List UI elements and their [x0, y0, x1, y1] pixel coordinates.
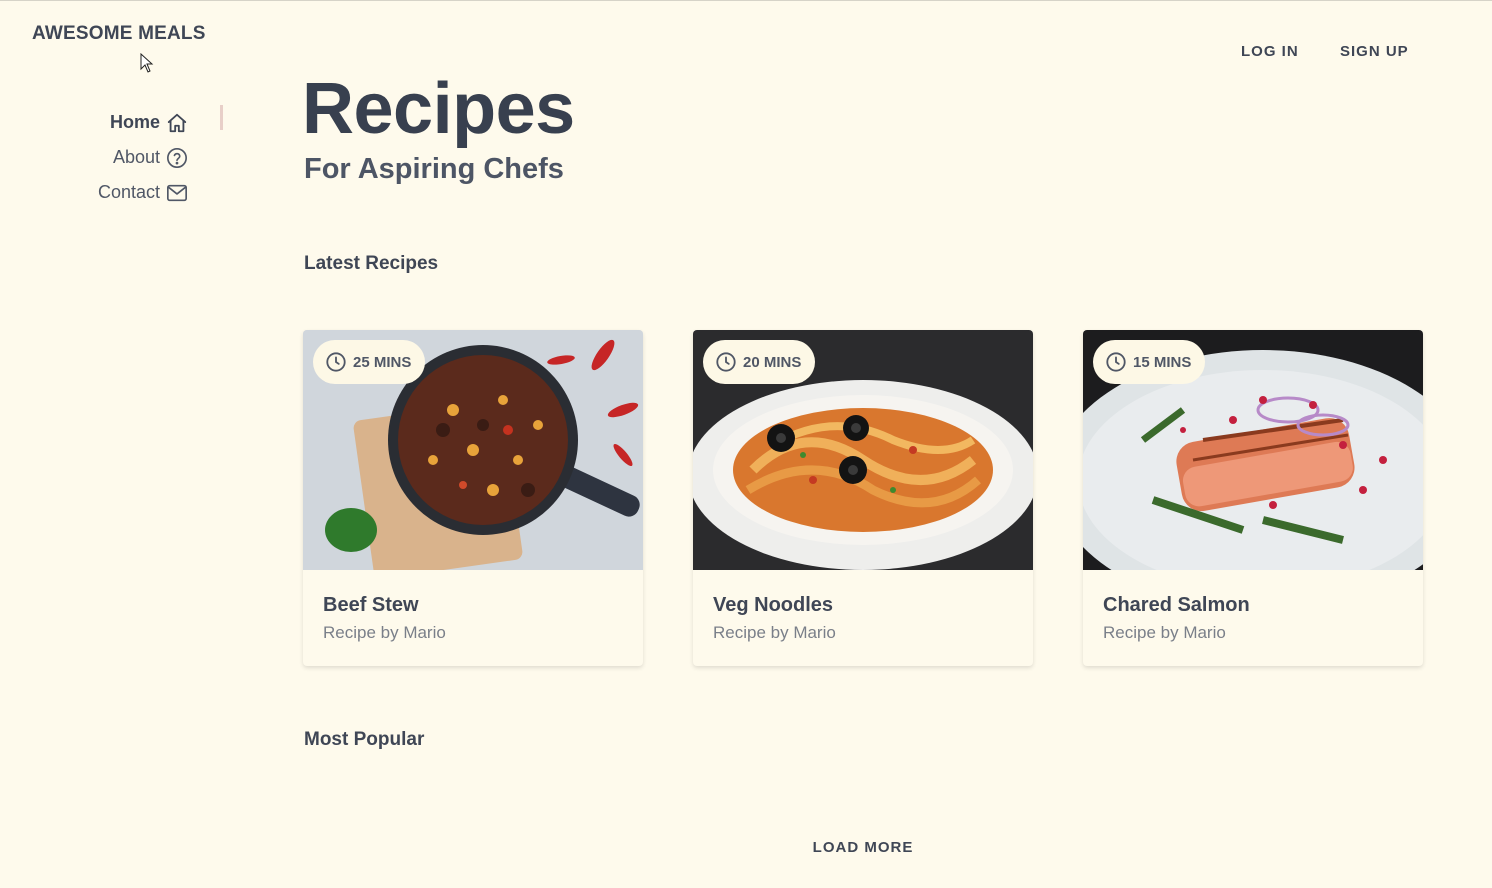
nav-item-about[interactable]: About — [0, 140, 224, 175]
clock-icon — [716, 352, 736, 372]
card-body: Beef Stew Recipe by Mario — [303, 570, 643, 666]
nav-item-label: Home — [109, 112, 160, 132]
recipe-author: Recipe by Mario — [713, 623, 836, 642]
cook-time-badge: 25 MINS — [313, 340, 426, 384]
card-body: Veg Noodles Recipe by Mario — [693, 570, 1033, 666]
cook-time-badge: 20 MINS — [703, 340, 816, 384]
recipe-title[interactable]: Beef Stew — [323, 594, 623, 617]
nav-item-label: About — [112, 147, 160, 167]
nav-item-home[interactable]: Home — [0, 105, 224, 140]
cook-time-text: 15 MINS — [1133, 353, 1192, 371]
login-link[interactable]: LOG IN — [1241, 43, 1299, 60]
question-circle-icon — [167, 147, 187, 168]
recipe-card[interactable]: 25 MINS Beef Stew Recipe by Mario — [303, 330, 643, 666]
recipe-title[interactable]: Chared Salmon — [1103, 594, 1403, 617]
nav-item-contact[interactable]: Contact — [0, 175, 224, 210]
home-icon — [167, 113, 187, 132]
signup-link[interactable]: SIGN UP — [1340, 43, 1409, 60]
page-subtitle: For Aspiring Chefs — [304, 153, 564, 185]
clock-icon — [326, 352, 346, 372]
nav-item-label: Contact — [97, 182, 160, 202]
recipe-author: Recipe by Mario — [323, 623, 446, 642]
mouse-cursor-icon — [140, 53, 154, 73]
load-more-button[interactable]: LOAD MORE — [0, 839, 1492, 856]
card-body: Chared Salmon Recipe by Mario — [1083, 570, 1423, 666]
most-popular-heading: Most Popular — [304, 729, 425, 750]
recipe-author: Recipe by Mario — [1103, 623, 1226, 642]
page-title: Recipes — [302, 69, 575, 149]
clock-icon — [1106, 352, 1126, 372]
cook-time-text: 20 MINS — [743, 353, 802, 371]
brand-logo[interactable]: AWESOME MEALS — [32, 23, 206, 45]
recipe-title[interactable]: Veg Noodles — [713, 594, 1013, 617]
latest-recipes-heading: Latest Recipes — [304, 253, 439, 274]
cook-time-badge: 15 MINS — [1093, 340, 1206, 384]
sidebar-nav: Home About Contact — [0, 105, 224, 210]
cook-time-text: 25 MINS — [353, 353, 412, 371]
recipe-card-list: 25 MINS Beef Stew Recipe by Mario 20 MIN… — [303, 330, 1423, 666]
page: AWESOME MEALS Home About Contact LOG IN … — [0, 0, 1492, 888]
recipe-card[interactable]: 20 MINS Veg Noodles Recipe by Mario — [693, 330, 1033, 666]
mail-icon — [167, 184, 187, 201]
recipe-card[interactable]: 15 MINS Chared Salmon Recipe by Mario — [1083, 330, 1423, 666]
